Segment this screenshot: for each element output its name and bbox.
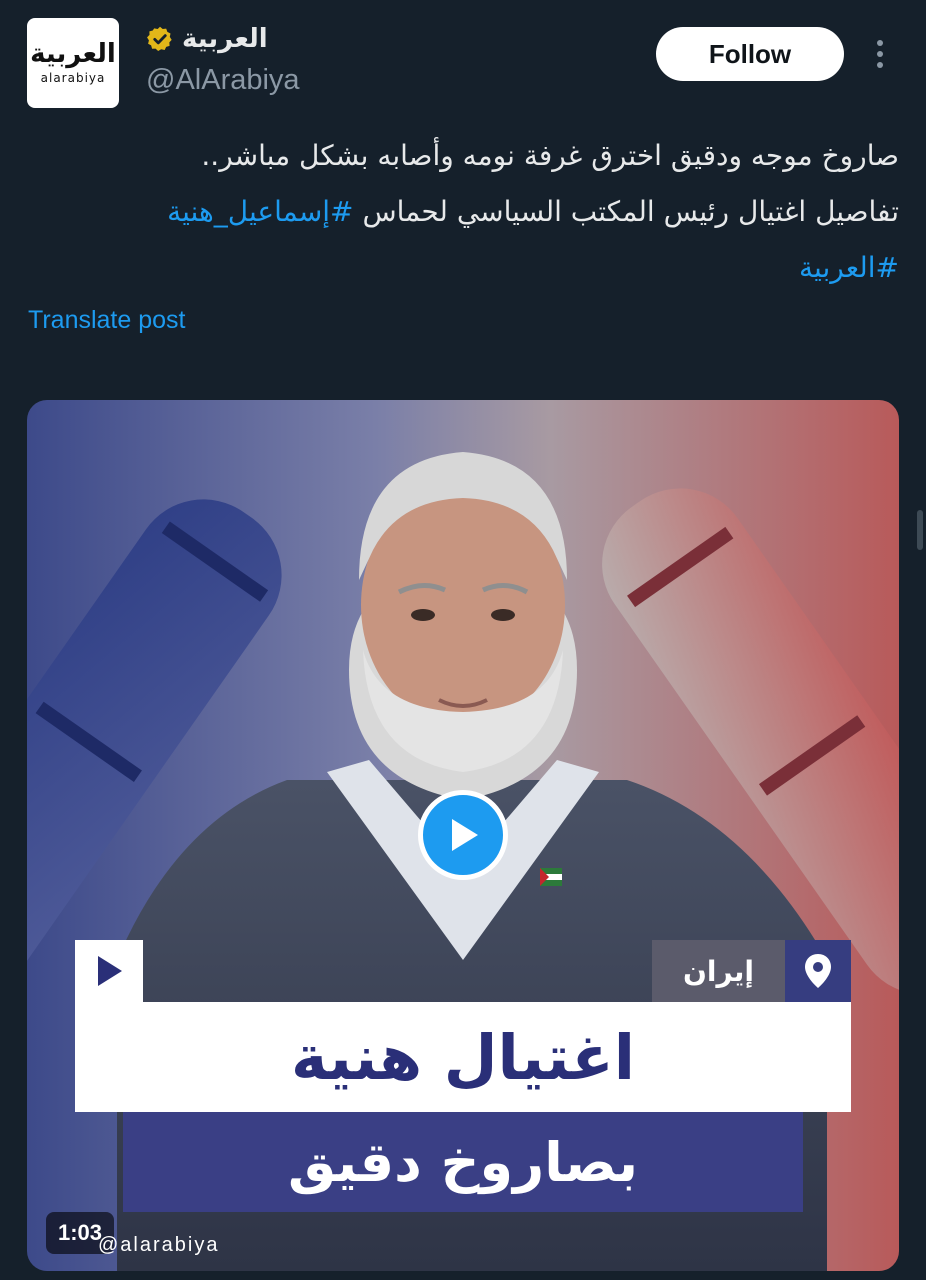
location-label: إيران [652,940,851,1002]
verified-badge-icon [147,26,172,52]
tweet-text: صاروخ موجه ودقيق اخترق غرفة نومه وأصابه … [29,128,899,296]
hashtag-alarabiya[interactable]: #العربية [799,251,899,284]
follow-button[interactable]: Follow [656,27,844,81]
play-video-button[interactable] [418,790,508,880]
avatar-logo-arabic: العربية [30,39,116,69]
translate-post-link[interactable]: Translate post [28,306,185,335]
video-watermark: @alarabiya [98,1234,220,1256]
play-icon [452,819,478,851]
location-text: إيران [652,940,785,1002]
avatar-logo-english: alarabiya [40,71,106,85]
hashtag-ismail-haniyeh[interactable]: #إسماعيل_هنية [167,195,353,228]
location-pin-icon [785,940,851,1002]
tweet-text-line-2: تفاصيل اغتيال رئيس المكتب السياسي لحماس … [29,184,899,240]
tweet-text-line-3: #العربية [29,240,899,296]
author-handle[interactable]: @AlArabiya [146,64,300,97]
tweet-text-line-2-body: تفاصيل اغتيال رئيس المكتب السياسي لحماس [362,195,899,228]
more-options-icon[interactable] [864,38,896,70]
tweet-text-line-1: صاروخ موجه ودقيق اخترق غرفة نومه وأصابه … [201,139,899,172]
video-headline-primary: اغتيال هنية [75,1002,851,1112]
video-headline-secondary: بصاروخ دقيق [123,1112,803,1212]
thumbnail-play-badge [75,940,143,1002]
author-name-row[interactable]: العربية [146,24,268,54]
page-scrollbar[interactable] [917,510,923,550]
display-name[interactable]: العربية [182,24,268,54]
play-icon [98,956,122,986]
avatar[interactable]: العربية alarabiya [27,18,119,108]
